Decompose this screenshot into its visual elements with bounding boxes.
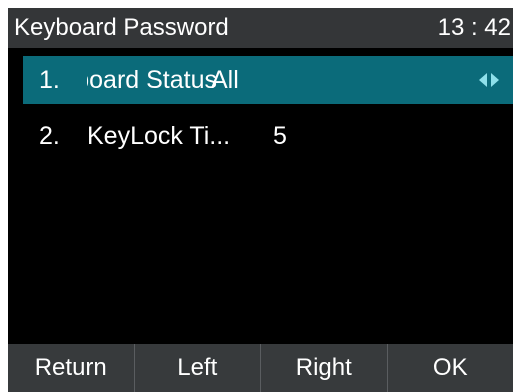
item-value: 5 [273, 122, 287, 150]
softkey-bar: Return Left Right OK [8, 344, 513, 392]
item-index: 1. [39, 66, 60, 94]
item-index: 2. [39, 122, 60, 150]
menu-item-keyboard-status[interactable]: 1. Keyboard Status All [23, 56, 513, 104]
page-title: Keyboard Password [14, 14, 229, 41]
left-button[interactable]: Left [133, 344, 261, 392]
item-label: KeyLock Ti... [87, 122, 231, 150]
ok-button[interactable]: OK [386, 344, 513, 392]
right-button[interactable]: Right [260, 344, 387, 392]
phone-screen: Keyboard Password 13 : 42 1. Keyboard St… [8, 8, 513, 392]
title-bar: Keyboard Password 13 : 42 [8, 8, 513, 48]
arrow-left-icon[interactable] [479, 73, 487, 87]
item-value: All [211, 66, 239, 94]
item-label: Keyboard Status [87, 66, 217, 94]
return-button[interactable]: Return [8, 344, 134, 392]
menu-item-keylock-time[interactable]: 2. KeyLock Ti... 5 [23, 112, 513, 160]
clock: 13 : 42 [437, 14, 511, 41]
arrow-right-icon[interactable] [491, 73, 499, 87]
